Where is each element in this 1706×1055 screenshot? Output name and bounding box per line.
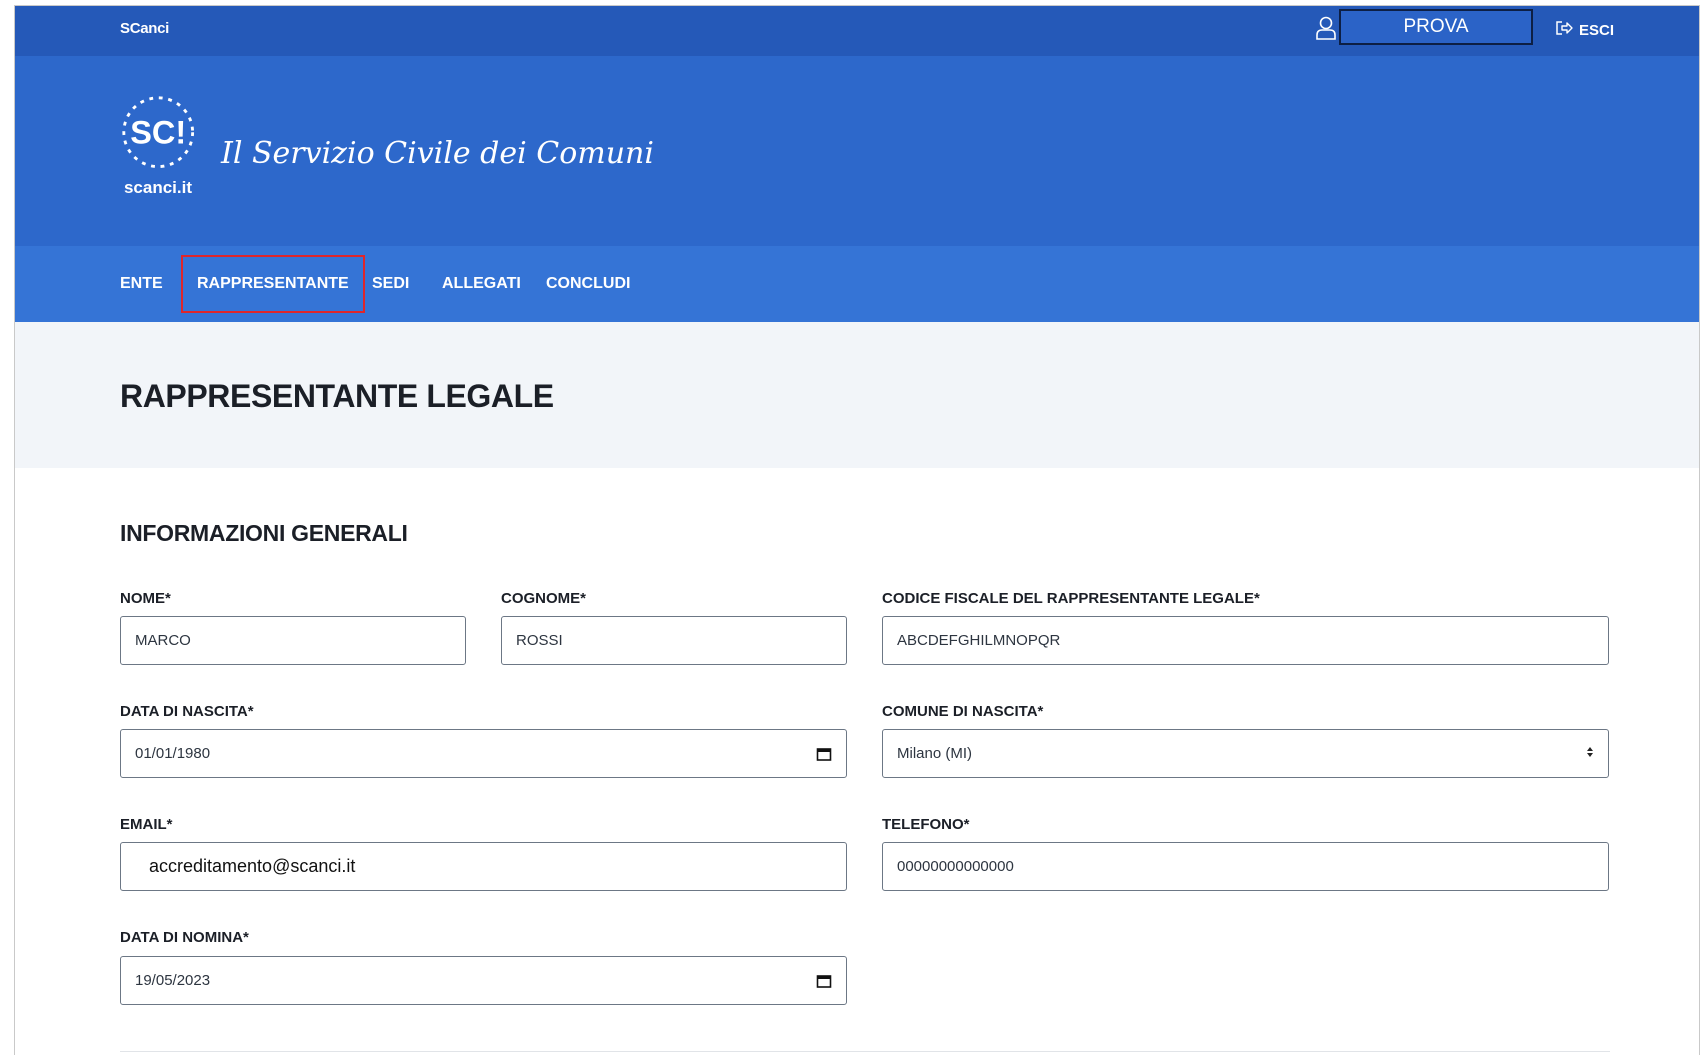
page-header: RAPPRESENTANTE LEGALE bbox=[15, 322, 1699, 468]
nav-item-label: ALLEGATI bbox=[442, 275, 521, 292]
nav-item-label: CONCLUDI bbox=[546, 275, 631, 292]
logo-mark: SC! bbox=[130, 115, 186, 151]
telefono-value: 00000000000000 bbox=[897, 858, 1014, 875]
data-nomina-value: 19/05/2023 bbox=[135, 972, 211, 989]
site-logo[interactable]: SC! scanci.it bbox=[118, 94, 208, 204]
logo-text: scanci.it bbox=[123, 178, 193, 197]
select-arrows-icon bbox=[1586, 746, 1594, 761]
cognome-field[interactable]: ROSSI bbox=[501, 616, 847, 665]
telefono-field[interactable]: 00000000000000 bbox=[882, 842, 1609, 891]
data-nascita-label: DATA DI NASCITA* bbox=[120, 703, 254, 720]
user-name: PROVA bbox=[1403, 16, 1469, 37]
nav-item-sedi[interactable]: SEDI bbox=[372, 246, 409, 322]
top-bar: SCanci PROVA ESCI bbox=[15, 6, 1699, 56]
logo-icon: SC! bbox=[122, 96, 195, 169]
logout-button[interactable]: ESCI bbox=[1555, 20, 1614, 40]
site-header: SC! scanci.it Il Servizio Civile dei Com… bbox=[15, 56, 1699, 246]
user-menu-button[interactable]: PROVA bbox=[1339, 9, 1533, 45]
cognome-label: COGNOME* bbox=[501, 590, 587, 607]
nav-item-label: SEDI bbox=[372, 275, 410, 292]
calendar-icon[interactable] bbox=[816, 973, 832, 989]
logout-label: ESCI bbox=[1579, 21, 1615, 39]
nav-item-rappresentante[interactable]: RAPPRESENTANTE bbox=[181, 255, 365, 313]
codice-fiscale-value: ABCDEFGHILMNOPQR bbox=[897, 632, 1061, 649]
user-icon bbox=[1315, 15, 1337, 41]
data-nascita-field[interactable]: 01/01/1980 bbox=[120, 729, 847, 778]
comune-nascita-label: COMUNE DI NASCITA* bbox=[882, 703, 1044, 720]
email-field[interactable]: accreditamento@scanci.it bbox=[120, 842, 847, 891]
nome-value: MARCO bbox=[135, 632, 191, 649]
logout-icon bbox=[1555, 20, 1573, 40]
nav-item-ente[interactable]: ENTE bbox=[120, 246, 163, 322]
data-nomina-field[interactable]: 19/05/2023 bbox=[120, 956, 847, 1005]
cognome-value: ROSSI bbox=[516, 632, 563, 649]
app-frame: SCanci PROVA ESCI SC! scanci.it Il Servi… bbox=[14, 5, 1700, 1055]
comune-nascita-value: Milano (MI) bbox=[897, 745, 973, 762]
data-nascita-value: 01/01/1980 bbox=[135, 745, 211, 762]
site-title: Il Servizio Civile dei Comuni bbox=[221, 136, 654, 171]
codice-fiscale-field[interactable]: ABCDEFGHILMNOPQR bbox=[882, 616, 1609, 665]
nome-field[interactable]: MARCO bbox=[120, 616, 466, 665]
section-divider bbox=[120, 1051, 1610, 1052]
page-title: RAPPRESENTANTE LEGALE bbox=[120, 378, 554, 414]
nome-label: NOME* bbox=[120, 590, 171, 607]
brand-link[interactable]: SCanci bbox=[120, 20, 169, 37]
nav-item-label: ENTE bbox=[120, 275, 163, 292]
data-nomina-label: DATA DI NOMINA* bbox=[120, 929, 249, 946]
nav-item-allegati[interactable]: ALLEGATI bbox=[442, 246, 521, 322]
email-label: EMAIL* bbox=[120, 816, 173, 833]
main-nav: ENTE RAPPRESENTANTE SEDI ALLEGATI CONCLU… bbox=[15, 246, 1699, 322]
nav-item-concludi[interactable]: CONCLUDI bbox=[546, 246, 630, 322]
nav-item-label: RAPPRESENTANTE bbox=[197, 275, 349, 292]
codice-fiscale-label: CODICE FISCALE DEL RAPPRESENTANTE LEGALE… bbox=[882, 590, 1260, 607]
calendar-icon[interactable] bbox=[816, 746, 832, 762]
email-value: accreditamento@scanci.it bbox=[149, 856, 356, 876]
telefono-label: TELEFONO* bbox=[882, 816, 970, 833]
comune-nascita-select[interactable]: Milano (MI) bbox=[882, 729, 1609, 778]
section-title: INFORMAZIONI GENERALI bbox=[120, 520, 408, 546]
